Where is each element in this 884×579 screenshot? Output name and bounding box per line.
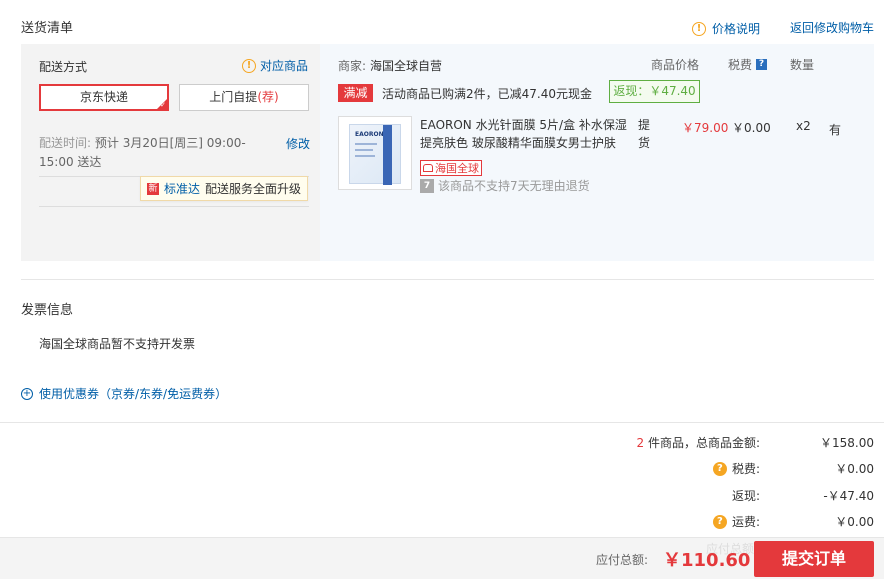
- invoice-title: 发票信息: [21, 303, 74, 318]
- cart-icon: [423, 164, 433, 172]
- exclamation-icon: !: [692, 21, 706, 36]
- product-box-band: [383, 125, 392, 185]
- divider: [39, 206, 309, 207]
- column-header-qty: 数量: [790, 58, 815, 72]
- merchant-info: 商家: 海国全球自营: [338, 57, 442, 74]
- delivery-method-label: 配送方式: [39, 60, 88, 74]
- tax-value: ￥0.00: [835, 462, 874, 476]
- jd-express-label: 京东快递: [79, 90, 128, 104]
- delivery-time: 配送时间: 预计 3月20日[周三] 09:00-15:00 送达: [39, 134, 279, 172]
- jd-express-option[interactable]: 京东快递 ✓: [39, 84, 169, 111]
- check-icon: ✓: [160, 101, 166, 109]
- goods-count-suffix: 件商品，总商品金额:: [647, 436, 760, 450]
- merchant-label: 商家:: [338, 59, 367, 73]
- summary-tax: ? 税费: ￥0.00: [560, 460, 874, 477]
- summary-freight-label: ? 运费:: [560, 513, 760, 530]
- invoice-text: 海国全球商品暂不支持开发票: [39, 337, 196, 351]
- submit-order-button[interactable]: 提交订单: [754, 541, 874, 577]
- promo-tag: 满减: [338, 84, 373, 102]
- rebate-badge: 返现：￥47.40: [609, 80, 700, 103]
- summary-goods-total: 2 件商品，总商品金额: ￥158.00: [560, 434, 874, 451]
- product-brand-logo: EAORON: [355, 131, 384, 138]
- standard-delivery-tip: 新 标准达 配送服务全面升级: [140, 176, 309, 201]
- decor-line: [355, 155, 375, 157]
- summary-goods-label: 2 件商品，总商品金额:: [560, 434, 760, 451]
- column-header-tax: 税费 ?: [728, 56, 768, 73]
- product-price: ￥79.00: [682, 121, 729, 135]
- exclamation-icon: !: [242, 58, 256, 73]
- goods-total-value: ￥158.00: [820, 436, 874, 450]
- pickup-label: 上门自提: [209, 90, 258, 104]
- standard-delivery-link[interactable]: 标准达: [164, 180, 200, 197]
- freight-value: ￥0.00: [835, 515, 874, 529]
- use-coupon-toggle[interactable]: + 使用优惠券（京券/东券/免运费券）: [21, 385, 227, 402]
- tax-label: 税费:: [731, 462, 760, 476]
- divider: [21, 279, 874, 280]
- product-box-image: EAORON: [349, 124, 401, 185]
- haiguo-global-badge: 海国全球: [420, 160, 482, 176]
- decor-line: [355, 149, 373, 151]
- payable-total-value: ￥110.60: [663, 550, 751, 571]
- haiguo-badge-label: 海国全球: [435, 162, 479, 175]
- back-to-cart-link[interactable]: 返回修改购物车: [790, 19, 874, 36]
- column-header-price: 商品价格: [651, 58, 700, 72]
- summary-tax-label: ? 税费:: [560, 460, 760, 477]
- modify-time-link[interactable]: 修改: [286, 135, 310, 152]
- no-return-icon: 7: [420, 178, 434, 193]
- upgrade-text: 配送服务全面升级: [205, 182, 302, 196]
- divider: [0, 422, 884, 423]
- delivery-time-label: 配送时间:: [39, 136, 92, 150]
- pickup-note: 提货: [638, 118, 651, 150]
- summary-freight: ? 运费: ￥0.00: [560, 513, 874, 530]
- product-thumbnail[interactable]: EAORON: [338, 116, 412, 190]
- product-qty: x2: [796, 119, 811, 133]
- question-icon[interactable]: ?: [712, 514, 727, 529]
- product-name-link[interactable]: EAORON 水光针面膜 5片/盒 补水保湿 提亮肤色 玻尿酸精华面膜女男士护肤: [420, 116, 640, 152]
- summary-rebate: 返现: -￥47.40: [560, 487, 874, 504]
- decor-line: [355, 143, 377, 145]
- freight-label: 运费:: [731, 515, 760, 529]
- product-stock: 有: [829, 123, 842, 137]
- tax-header-label: 税费: [728, 58, 753, 72]
- no-return-notice: 7 该商品不支持7天无理由退货: [420, 177, 590, 194]
- use-coupon-label: 使用优惠券（京券/东券/免运费券）: [39, 387, 228, 401]
- price-info-link[interactable]: ! 价格说明: [692, 20, 760, 37]
- goods-count: 2: [636, 436, 645, 450]
- promo-text: 活动商品已购满2件，已减47.40元现金: [382, 87, 592, 101]
- payable-total-label: 应付总额:: [596, 553, 649, 567]
- match-goods-link[interactable]: ! 对应商品: [242, 57, 308, 74]
- recommend-tag: (荐): [257, 90, 279, 104]
- help-icon[interactable]: ?: [756, 59, 768, 70]
- product-tax: ￥0.00: [732, 121, 771, 135]
- pickup-option[interactable]: 上门自提(荐): [179, 84, 309, 111]
- rebate-value: -￥47.40: [823, 489, 874, 503]
- price-info-label: 价格说明: [712, 22, 761, 36]
- rebate-label: 返现:: [731, 489, 760, 503]
- no-return-text: 该商品不支持7天无理由退货: [438, 179, 590, 193]
- merchant-name: 海国全球自营: [370, 59, 443, 73]
- match-goods-label: 对应商品: [260, 59, 309, 73]
- page-section-title: 送货清单: [21, 21, 74, 36]
- new-badge: 新: [147, 182, 159, 195]
- plus-circle-icon: +: [21, 387, 33, 400]
- question-icon[interactable]: ?: [712, 461, 727, 476]
